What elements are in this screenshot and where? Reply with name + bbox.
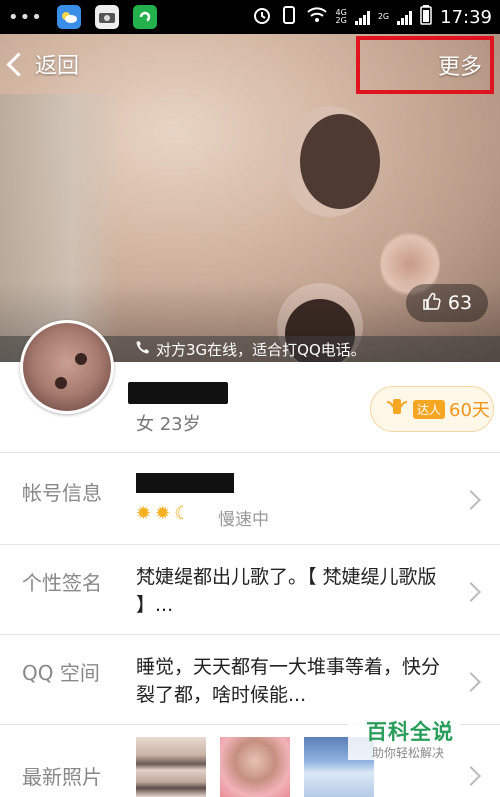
clock: 17:39 [440,6,492,28]
redacted-account [136,473,234,493]
moon-icon: ☾ [174,503,191,524]
row-label: QQ 空间 [22,661,100,685]
watermark-subtitle: 助你轻松解决 [372,746,445,760]
chevron-right-icon [461,766,481,786]
signal-icon-1 [354,9,370,25]
row-label: 帐号信息 [22,481,102,505]
camera-app-icon [94,5,119,29]
cover-eye-shape [300,114,380,209]
talent-wings-icon [385,396,409,422]
more-label: 更多 [437,55,482,80]
like-button[interactable]: 63 [406,284,488,322]
watermark-title: 百科全说 [366,720,454,744]
chevron-left-icon [6,51,31,77]
row-account-info[interactable]: 帐号信息 ✹ ✹ ☾ 慢速中 [0,452,500,544]
wifi-icon [306,6,328,29]
status-bar: ••• 4G 2G 2G 17:39 [0,0,500,34]
signal-icon-2 [397,9,413,25]
talent-days: 60天 [449,400,490,421]
network-2g-label: 2G [377,12,390,21]
row-qzone[interactable]: QQ 空间 睡觉，天天都有一大堆事等着，快分裂了都，啥时候能... [0,634,500,724]
talent-tag: 达人 [413,399,446,419]
avatar-eye-shape [55,377,67,389]
more-button[interactable]: 更多 [356,36,494,94]
signature-text: 梵婕缇都出儿歌了。【 梵婕缇儿歌版 】... [136,566,437,616]
back-button[interactable]: 返回 [6,48,80,80]
photo-thumbnail[interactable] [220,737,290,797]
thumbs-up-icon [422,291,442,316]
sun-icon: ✹ [136,503,152,524]
back-label: 返回 [35,54,80,79]
gender-age: 女 23岁 [136,414,201,435]
phone-icon [136,340,150,358]
speed-status: 慢速中 [218,510,269,530]
avatar[interactable] [20,320,114,414]
network-4g-label: 4G 2G [335,8,347,25]
overflow-dots-icon: ••• [8,6,43,28]
alarm-icon [252,5,272,30]
talent-badge[interactable]: 达人 60天 [370,386,494,432]
chevron-right-icon [461,490,481,510]
online-status-text: 对方3G在线，适合打QQ电话。 [156,340,366,359]
row-signature[interactable]: 个性签名 梵婕缇都出儿歌了。【 梵婕缇儿歌版 】... [0,544,500,634]
photo-thumbnail[interactable] [136,737,206,797]
watermark: 百科全说 助你轻松解决 [348,716,460,760]
photo-strip [136,737,374,797]
security-app-icon [132,5,157,29]
row-label: 最新照片 [22,765,102,789]
row-label: 个性签名 [22,571,102,595]
like-count: 63 [447,292,473,314]
qq-level-icons: ✹ ✹ ☾ [136,503,190,524]
battery-icon [420,4,432,30]
chevron-right-icon [461,672,481,692]
sun-icon: ✹ [155,503,171,524]
avatar-eye-shape [75,353,87,365]
chevron-right-icon [461,582,481,602]
redacted-nickname [128,382,228,404]
vibrate-icon [280,5,298,30]
weather-app-icon [56,5,81,29]
qzone-text: 睡觉，天天都有一大堆事等着，快分裂了都，啥时候能... [136,656,441,706]
